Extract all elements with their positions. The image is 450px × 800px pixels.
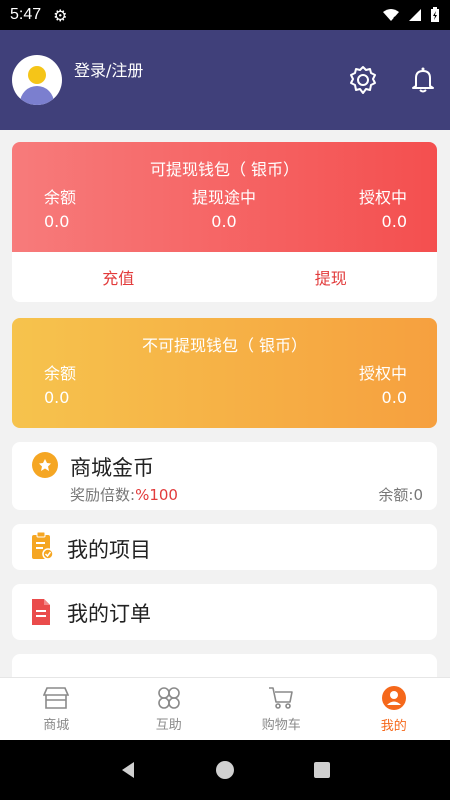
bottom-tab-bar: 商城 互助 购物车 我的 (0, 677, 450, 740)
balance-column: 余额 0.0 (44, 186, 76, 234)
reward-multiplier: 奖励倍数:%100 (70, 484, 178, 505)
mall-coins-balance: 余额:0 (378, 486, 423, 504)
recents-icon[interactable] (312, 760, 332, 780)
nw-authorized-column: 授权中 0.0 (359, 362, 407, 410)
status-icons (382, 7, 440, 23)
cart-icon (269, 686, 294, 709)
avatar[interactable] (12, 55, 62, 105)
nw-balance-value: 0.0 (44, 388, 70, 407)
balance-value: 0.0 (44, 212, 70, 231)
mall-coins-title: 商城金币 (70, 456, 154, 480)
tab-mutual-aid-label: 互助 (155, 717, 182, 733)
my-projects-item[interactable]: 我的项目 (12, 524, 437, 570)
home-icon[interactable] (215, 760, 235, 780)
back-icon[interactable] (118, 760, 138, 780)
wifi-icon (383, 9, 399, 22)
withdrawing-label: 提现途中 (191, 188, 256, 207)
tab-profile-label: 我的 (380, 718, 407, 734)
authorized-column: 授权中 0.0 (359, 186, 407, 234)
clipboard-icon (32, 531, 54, 560)
my-orders-label: 我的订单 (67, 602, 151, 626)
authorized-value: 0.0 (381, 212, 407, 231)
authorized-label: 授权中 (358, 188, 407, 207)
tab-shop[interactable]: 商城 (0, 678, 113, 740)
withdrawable-wallet-title: 可提现钱包（ 银币） (149, 160, 300, 179)
battery-icon (431, 7, 439, 22)
mall-coins-card[interactable]: 商城金币 奖励倍数:%100 余额:0 (12, 442, 437, 510)
withdraw-button[interactable]: 提现 (225, 265, 438, 289)
withdrawing-value: 0.0 (211, 212, 237, 231)
profile-icon (381, 685, 406, 710)
my-projects-label: 我的项目 (67, 538, 151, 562)
nw-balance-label: 余额 (44, 364, 77, 383)
reward-label: 奖励倍数: (70, 486, 136, 504)
shop-icon (43, 686, 70, 709)
my-orders-item[interactable]: 我的订单 (12, 584, 437, 640)
tab-cart[interactable]: 购物车 (225, 678, 338, 740)
withdrawable-wallet-card: 可提现钱包（ 银币） 余额 0.0 提现途中 0.0 授权中 0.0 充值 提现 (12, 142, 437, 302)
mutual-aid-icon (157, 686, 180, 709)
status-time: 5:47 (10, 6, 42, 23)
non-withdrawable-wallet-title: 不可提现钱包（ 银币） (141, 336, 308, 355)
bell-icon[interactable] (408, 65, 438, 95)
document-icon (32, 599, 50, 625)
withdrawing-column: 提现途中 0.0 (184, 186, 264, 234)
tab-cart-label: 购物车 (261, 717, 301, 733)
balance-label: 余额 (44, 188, 77, 207)
tab-shop-label: 商城 (43, 717, 70, 733)
settings-icon[interactable] (348, 65, 378, 95)
status-bar: 5:47 ⚙ (0, 0, 450, 30)
tab-profile[interactable]: 我的 (338, 678, 450, 740)
nw-authorized-value: 0.0 (381, 388, 407, 407)
system-nav-bar (0, 740, 450, 800)
tab-mutual-aid[interactable]: 互助 (113, 678, 226, 740)
withdrawable-wallet-summary: 可提现钱包（ 银币） 余额 0.0 提现途中 0.0 授权中 0.0 (12, 142, 437, 252)
recharge-button[interactable]: 充值 (12, 265, 225, 289)
wallet-actions: 充值 提现 (12, 252, 437, 302)
signal-icon (409, 9, 421, 21)
star-badge-icon (32, 452, 58, 478)
nw-authorized-label: 授权中 (358, 364, 407, 383)
reward-value: %100 (135, 486, 178, 504)
login-register-link[interactable]: 登录/注册 (74, 57, 143, 81)
profile-header: 登录/注册 (0, 30, 450, 130)
settings-status-icon: ⚙ (53, 5, 68, 25)
nw-balance-column: 余额 0.0 (44, 362, 76, 410)
non-withdrawable-wallet-card: 不可提现钱包（ 银币） 余额 0.0 授权中 0.0 (12, 318, 437, 428)
